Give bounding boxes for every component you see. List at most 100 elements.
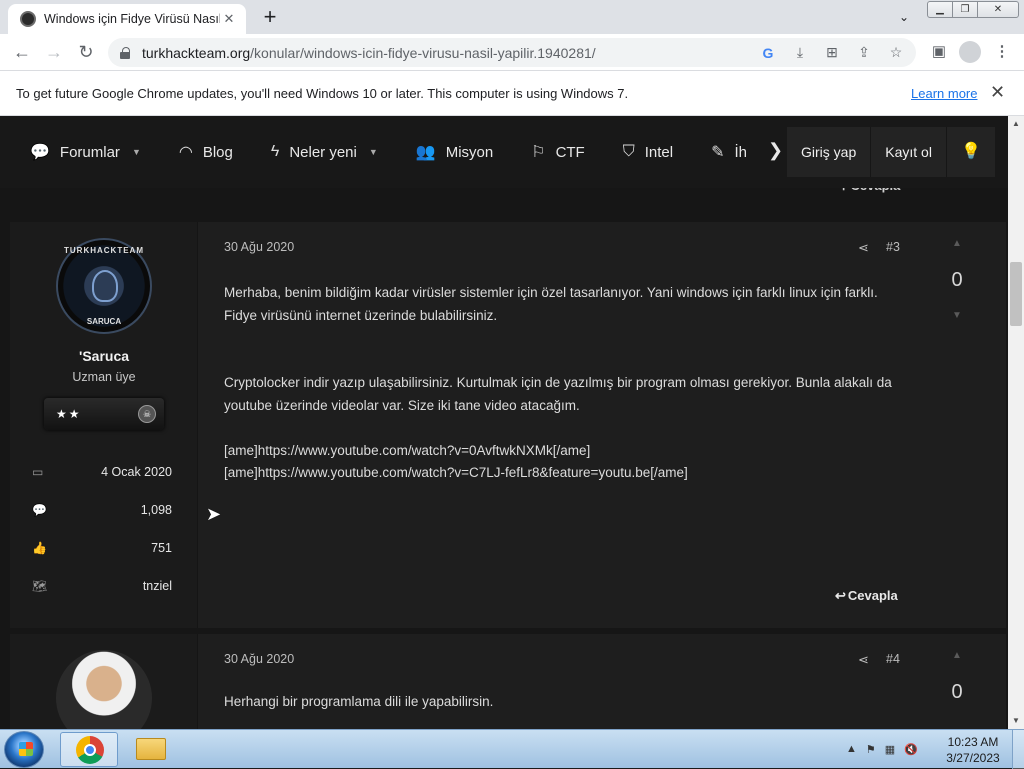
volume-muted-icon[interactable]: 🔇: [904, 743, 918, 756]
shield-icon: ⛉: [622, 143, 635, 160]
post-date[interactable]: 30 Ağu 2020: [224, 240, 294, 254]
user-avatar[interactable]: [56, 650, 152, 729]
chevron-right-icon[interactable]: ❯: [768, 140, 783, 161]
caret-down-icon[interactable]: ▼: [132, 147, 141, 157]
login-button[interactable]: Giriş yap: [787, 127, 872, 177]
learn-more-link[interactable]: Learn more: [911, 86, 977, 101]
site-favicon-icon: [20, 11, 36, 27]
username[interactable]: 'Saruca: [10, 348, 198, 364]
pencil-icon: ✎: [711, 144, 725, 161]
scroll-down-icon[interactable]: ▼: [1008, 713, 1024, 729]
translate-icon[interactable]: ⊞: [816, 44, 848, 61]
action-center-icon[interactable]: ⚑: [866, 743, 876, 756]
window-minimize-button[interactable]: ▁: [927, 1, 953, 18]
windows-logo-icon: [19, 742, 33, 756]
install-app-icon[interactable]: ⤓: [784, 44, 816, 61]
taskbar-chrome[interactable]: [60, 732, 118, 767]
messages-icon: 💬: [32, 503, 47, 517]
bookmark-star-icon[interactable]: ☆: [880, 44, 912, 61]
post-content: Merhaba, benim bildiğim kadar virüsler s…: [224, 282, 912, 485]
address-bar[interactable]: turkhackteam.org/konular/windows-icin-fi…: [108, 38, 916, 67]
tab-close-icon[interactable]: ✕: [220, 10, 238, 28]
post-number[interactable]: #4: [886, 652, 900, 666]
clock-date: 3/27/2023: [946, 751, 1000, 765]
rank-stars: ★★: [56, 407, 82, 421]
nav-blog[interactable]: ◠ Blog: [179, 142, 233, 162]
chrome-logo-icon: [76, 736, 104, 764]
chrome-menu-icon[interactable]: ⋮: [987, 38, 1017, 66]
register-button[interactable]: Kayıt ol: [871, 127, 947, 177]
rss-icon: ◠: [178, 144, 193, 161]
stat-value: 4 Ocak 2020: [101, 465, 172, 479]
tab-title: Windows için Fidye Virüsü Nasıl yapılır: [44, 12, 220, 26]
user-title: Uzman üye: [72, 370, 136, 384]
system-tray: ▲ ⚑ ▦ 🔇: [846, 738, 927, 760]
lock-icon[interactable]: [120, 46, 130, 59]
avatar-logo-icon: [92, 270, 118, 302]
nav-label: Neler yeni: [289, 143, 357, 161]
share-icon[interactable]: ⋖: [858, 652, 869, 668]
omnibox-actions: G ⤓ ⊞ ⇪ ☆: [752, 38, 912, 67]
show-desktop-button[interactable]: [1012, 730, 1024, 769]
post-date[interactable]: 30 Ağu 2020: [224, 652, 294, 666]
caret-down-icon[interactable]: ▼: [369, 147, 378, 157]
nav-neler-yeni[interactable]: ϟ Neler yeni ▼: [271, 143, 378, 161]
reply-arrow-icon: ↩: [835, 588, 846, 603]
user-avatar[interactable]: TURKHACKTEAM SARUCA: [56, 238, 152, 334]
tab-strip: Windows için Fidye Virüsü Nasıl yapılır …: [0, 0, 1024, 34]
profile-avatar-icon[interactable]: [955, 38, 985, 66]
reply-button[interactable]: ↩ Cevapla: [835, 588, 898, 604]
upvote-icon[interactable]: ▲: [939, 238, 975, 249]
lightbulb-icon[interactable]: 💡: [947, 127, 995, 177]
post-author-panel: [10, 634, 198, 729]
window-close-button[interactable]: ✕: [977, 1, 1019, 18]
browser-toolbar: ← → ↻ turkhackteam.org/konular/windows-i…: [0, 34, 1024, 71]
site-navigation: 💬 Forumlar ▼ ◠ Blog ϟ Neler yeni ▼ 👥 Mis…: [0, 116, 1008, 188]
post-body: 30 Ağu 2020 ⋖ #3 ▲ 0 ▼ Merhaba, benim bi…: [199, 222, 1006, 628]
share-icon[interactable]: ⇪: [848, 44, 880, 61]
scroll-up-icon[interactable]: ▲: [1008, 116, 1024, 132]
start-button[interactable]: [4, 731, 44, 768]
tab-search-chevron-icon[interactable]: ⌄: [892, 6, 916, 28]
avatar-ring-text-bottom: SARUCA: [86, 317, 122, 326]
url-text[interactable]: turkhackteam.org/konular/windows-icin-fi…: [142, 45, 596, 61]
window-maximize-button[interactable]: ❐: [952, 1, 978, 18]
forward-arrow-icon[interactable]: →: [40, 38, 68, 66]
avatar-ring-text: TURKHACKTEAM: [64, 246, 144, 255]
flag-icon: ⚐: [531, 144, 546, 161]
share-icon[interactable]: ⋖: [858, 240, 869, 256]
upvote-icon[interactable]: ▲: [939, 650, 975, 661]
reload-icon[interactable]: ↻: [72, 38, 100, 66]
new-tab-button[interactable]: +: [256, 4, 284, 30]
tray-expand-icon[interactable]: ▲: [846, 743, 857, 755]
network-icon[interactable]: ▦: [885, 743, 895, 756]
post-number[interactable]: #3: [886, 240, 900, 254]
downvote-icon[interactable]: ▼: [939, 310, 975, 321]
stat-location: 🗺 tnziel: [32, 576, 172, 596]
system-clock[interactable]: 10:23 AM 3/27/2023: [940, 734, 1006, 766]
side-panel-icon[interactable]: ▣: [924, 38, 954, 66]
nav-misyon[interactable]: 👥 Misyon: [416, 142, 493, 162]
stat-value: 751: [151, 541, 172, 555]
nav-forumlar[interactable]: 💬 Forumlar ▼: [30, 142, 141, 162]
google-lens-icon[interactable]: G: [752, 45, 784, 61]
page-viewport: ↰ Cevapla 💬 Forumlar ▼ ◠ Blog ϟ Neler ye…: [0, 116, 1008, 729]
taskbar-explorer[interactable]: [122, 732, 180, 767]
post-link-text: [ame]https://www.youtube.com/watch?v=C7L…: [224, 465, 688, 480]
nav-label: Blog: [202, 143, 233, 161]
infobar-close-icon[interactable]: ✕: [990, 82, 1005, 103]
update-infobar: To get future Google Chrome updates, you…: [0, 71, 1024, 116]
nav-intel[interactable]: ⛉ Intel: [623, 143, 673, 161]
scroll-thumb[interactable]: [1010, 262, 1022, 326]
page-scrollbar[interactable]: ▲ ▼: [1008, 116, 1024, 729]
stat-messages: 💬 1,098: [32, 500, 172, 520]
browser-tab[interactable]: Windows için Fidye Virüsü Nasıl yapılır …: [8, 4, 246, 34]
map-icon: 🗺: [32, 579, 48, 593]
windows-taskbar: ▲ ⚑ ▦ 🔇 10:23 AM 3/27/2023: [0, 729, 1024, 769]
nav-ctf[interactable]: ⚐ CTF: [531, 142, 585, 162]
back-arrow-icon[interactable]: ←: [8, 38, 36, 66]
nav-ih[interactable]: ✎ İh: [711, 142, 747, 162]
post-paragraph: Merhaba, benim bildiğim kadar virüsler s…: [224, 285, 878, 323]
chat-bubble-icon: 💬: [30, 144, 50, 161]
forum-post: TURKHACKTEAM SARUCA 'Saruca Uzman üye ★★…: [10, 222, 1006, 628]
